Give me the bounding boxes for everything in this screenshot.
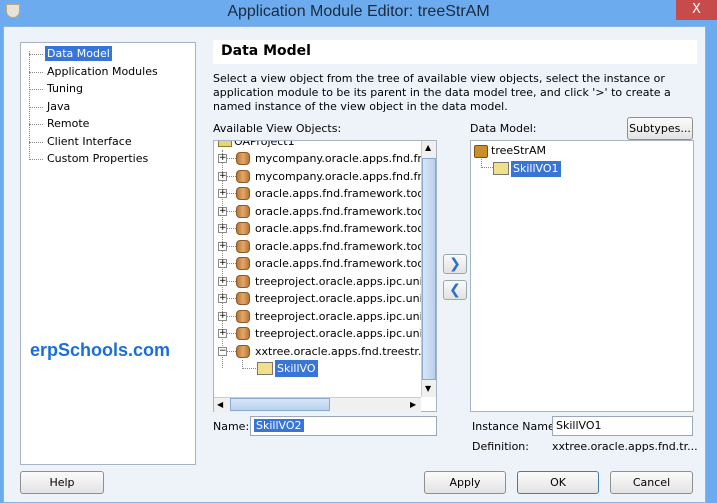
subtypes-button[interactable]: Subtypes... (627, 117, 693, 140)
nav-item[interactable]: Application Modules (45, 64, 160, 79)
expand-icon[interactable]: + (218, 259, 227, 268)
title-bar: Application Module Editor: treeStrAM X (0, 0, 717, 26)
tree-item[interactable]: + oracle.apps.fnd.framework.toolbo (214, 185, 436, 202)
window-title: Application Module Editor: treeStrAM (227, 3, 490, 20)
watermark: erpSchools.com (30, 340, 171, 360)
package-icon (236, 239, 250, 253)
tree-item[interactable]: + mycompany.oracle.apps.fnd.fram (214, 150, 436, 167)
expand-icon[interactable]: + (218, 241, 227, 251)
expand-icon[interactable]: + (218, 171, 227, 181)
scroll-right-icon[interactable]: ▶ (410, 400, 416, 409)
collapse-icon[interactable]: − (218, 346, 227, 356)
tree-item[interactable]: + treeproject.oracle.apps.ipc.unigy (214, 308, 436, 325)
tree-item[interactable]: + mycompany.oracle.apps.fnd.fram (214, 168, 436, 185)
remove-button[interactable]: ❮ (443, 280, 467, 300)
scroll-left-icon[interactable]: ◀ (217, 400, 223, 409)
help-button[interactable]: Help (20, 471, 104, 494)
data-model-tree[interactable]: treeStrAM SkillVO1 (470, 140, 694, 412)
package-icon (236, 152, 250, 165)
briefcase-icon (474, 145, 488, 158)
nav-item[interactable]: Client Interface (45, 134, 134, 149)
view-object-icon (493, 162, 509, 175)
nav-item[interactable]: Tuning (45, 81, 85, 96)
vertical-scroll-thumb[interactable] (422, 158, 436, 380)
tree-item[interactable]: + oracle.apps.fnd.framework.toolbo (214, 220, 436, 237)
definition-label: Definition: (472, 440, 529, 453)
data-model-label: Data Model: (470, 122, 537, 135)
tree-item[interactable]: + treeproject.oracle.apps.ipc.unigy (214, 290, 436, 307)
package-icon (236, 327, 250, 340)
instance-name-label: Instance Name: (472, 420, 559, 433)
name-input[interactable]: SkillVO2 (250, 416, 437, 436)
ok-button[interactable]: OK (517, 471, 599, 494)
expand-icon[interactable]: + (218, 276, 227, 286)
package-icon (236, 257, 250, 270)
expand-icon[interactable]: + (218, 224, 227, 233)
add-button[interactable]: ❯ (443, 254, 467, 274)
package-icon (236, 292, 250, 305)
data-model-root[interactable]: treeStrAM (491, 144, 546, 157)
tree-item[interactable]: + oracle.apps.fnd.framework.toolbo (214, 238, 436, 255)
package-icon (236, 309, 250, 323)
tree-item[interactable]: + treeproject.oracle.apps.ipc.unigy (214, 325, 436, 342)
project-icon (218, 141, 232, 147)
expand-icon[interactable]: + (218, 311, 227, 321)
package-icon (236, 274, 250, 288)
horizontal-scroll-thumb[interactable] (230, 398, 330, 411)
scroll-up-icon[interactable]: ▲ (425, 143, 431, 152)
tree-item[interactable]: + treeproject.oracle.apps.ipc.unigy (214, 273, 436, 290)
package-icon (236, 344, 250, 358)
tree-root[interactable]: OAProject1 (234, 141, 295, 150)
scroll-down-icon[interactable]: ▼ (425, 384, 431, 393)
tree-child-selected[interactable]: SkillVO (275, 360, 318, 377)
nav-item[interactable]: Java (45, 99, 72, 114)
tree-item[interactable]: + oracle.apps.fnd.framework.toolbo (214, 203, 436, 220)
nav-item[interactable]: Remote (45, 116, 91, 131)
close-button[interactable]: X (676, 0, 717, 20)
chevron-right-icon: ❯ (449, 256, 461, 272)
expand-icon[interactable]: + (218, 154, 227, 163)
data-model-child[interactable]: SkillVO1 (511, 161, 561, 177)
nav-item[interactable]: Custom Properties (45, 151, 150, 166)
page-title: Data Model (213, 40, 697, 64)
available-view-objects-tree[interactable]: OAProject1 + mycompany.oracle.apps.fnd.fra… (213, 140, 437, 412)
chevron-left-icon: ❮ (449, 282, 461, 298)
cancel-button[interactable]: Cancel (610, 471, 693, 494)
description: Select a view object from the tree of av… (213, 72, 671, 113)
expand-icon[interactable]: + (218, 206, 227, 216)
package-icon (236, 169, 250, 183)
nav-item[interactable]: Data Model (45, 46, 112, 61)
definition-value: xxtree.oracle.apps.fnd.tr... (552, 440, 698, 453)
tree-item[interactable]: + oracle.apps.fnd.framework.toolbo (214, 255, 436, 272)
expand-icon[interactable]: + (218, 189, 227, 198)
instance-name-input[interactable]: SkillVO1 (552, 416, 693, 436)
name-label: Name: (213, 420, 250, 433)
tree-item[interactable]: − xxtree.oracle.apps.fnd.treestr.se (214, 343, 434, 360)
package-icon (236, 222, 250, 235)
view-object-icon (257, 362, 273, 375)
expand-icon[interactable]: + (218, 294, 227, 303)
navigation-tree: Data Model Application Modules Tuning Java R… (20, 42, 196, 465)
apply-button[interactable]: Apply (424, 471, 506, 494)
package-icon (236, 187, 250, 200)
available-label: Available View Objects: (213, 122, 342, 135)
expand-icon[interactable]: + (218, 329, 227, 338)
package-icon (236, 204, 250, 218)
